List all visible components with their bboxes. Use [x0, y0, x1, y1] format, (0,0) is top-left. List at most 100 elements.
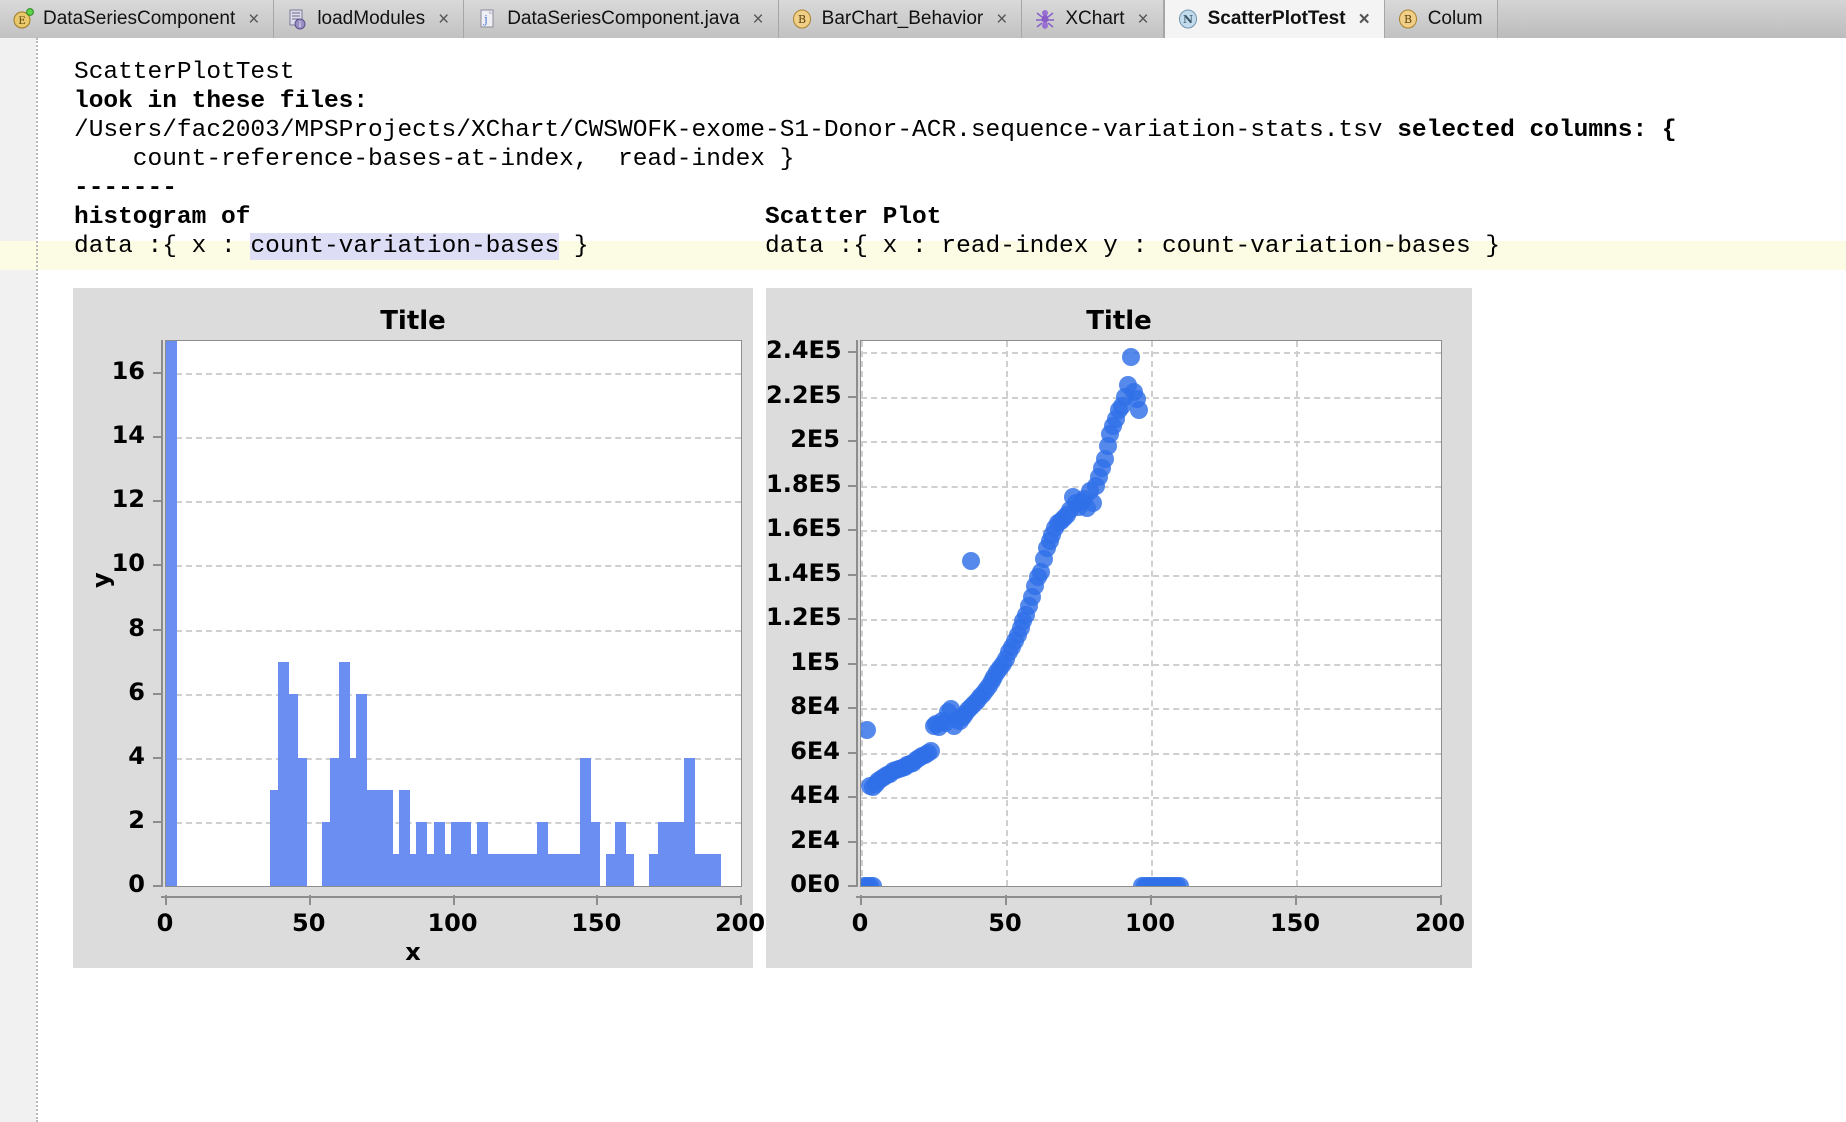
code-line-scatter-data[interactable]: data :{ x : read-index y : count-variati…: [765, 232, 1500, 261]
hist-data-prefix: data :{ x :: [74, 233, 251, 260]
tab-close-icon[interactable]: ×: [753, 10, 764, 29]
histogram-y-tick: [153, 756, 163, 759]
scatter-y-tick-label: 2E5: [790, 425, 840, 454]
scatter-x-axis: [856, 896, 1442, 898]
histogram-y-tick: [153, 564, 163, 567]
histogram-y-tick: [153, 500, 163, 503]
histogram-gridline-h: [166, 565, 741, 568]
tab-barchart-behavior[interactable]: B BarChart_Behavior ×: [778, 0, 1023, 38]
scatter-x-tick-label: 0: [851, 909, 869, 937]
histogram-y-tick: [153, 436, 163, 439]
histogram-y-tick: [153, 628, 163, 631]
svg-text:N: N: [1183, 13, 1193, 26]
scatter-y-axis: [856, 340, 858, 887]
histogram-title: Title: [380, 306, 446, 336]
tab-xchart[interactable]: XChart ×: [1022, 0, 1164, 38]
code-line-histogram-header: histogram of: [74, 204, 251, 231]
histogram-x-tick: [452, 895, 455, 905]
scatter-y-tick-label: 8E4: [790, 692, 840, 721]
tab-dataseriescomponent-java[interactable]: j DataSeriesComponent.java ×: [464, 0, 779, 38]
module-list-icon: i: [286, 8, 308, 30]
svg-text:B: B: [1404, 13, 1412, 26]
scatter-y-tick: [848, 618, 858, 621]
histogram-y-tick-label: 6: [128, 677, 145, 706]
scatter-plot-area[interactable]: [860, 340, 1442, 887]
histogram-chart-panel[interactable]: Title 0 2 4 6 8 10 12 14 16 0 50 100 150 200 x y: [73, 288, 765, 968]
scatter-y-tick-label: 6E4: [790, 736, 840, 765]
code-line-title: ScatterPlotTest: [74, 59, 295, 86]
scatter-y-tick: [848, 529, 858, 532]
hist-data-selected-token[interactable]: count-variation-bases: [250, 233, 560, 260]
code-line-lookin: look in these files:: [74, 88, 369, 115]
histogram-y-tick: [153, 692, 163, 695]
tab-loadmodules[interactable]: i loadModules ×: [274, 0, 465, 38]
histogram-x-axis: [161, 896, 742, 898]
histogram-y-tick-label: 14: [111, 421, 145, 450]
tab-scatterplottest[interactable]: N ScatterPlotTest ×: [1163, 0, 1385, 38]
histogram-x-tick-label: 150: [571, 909, 622, 937]
histogram-y-tick-label: 16: [111, 357, 145, 386]
scatter-y-tick: [848, 885, 858, 887]
scatter-y-tick-label: 1.2E5: [766, 603, 842, 632]
scatter-title: Title: [1086, 306, 1152, 336]
tab-colum[interactable]: B Colum: [1384, 0, 1498, 38]
histogram-x-tick: [740, 895, 742, 905]
code-line-scatter-header: Scatter Plot: [765, 204, 942, 231]
node-n-icon: N: [1177, 8, 1199, 30]
ant-bug-icon: [1034, 8, 1056, 30]
scatter-y-tick-label: 2E4: [790, 825, 840, 854]
histogram-y-axis: [161, 340, 163, 887]
scatter-y-tick: [848, 796, 858, 799]
scatter-y-tick: [848, 440, 858, 443]
tab-dataseriescomponent[interactable]: E DataSeriesComponent ×: [0, 0, 275, 38]
scatter-x-tick: [1440, 895, 1442, 905]
histogram-bar: [709, 853, 721, 886]
histogram-bar: [588, 821, 600, 886]
code-line-columns: count-reference-bases-at-index, read-ind…: [74, 146, 795, 173]
scatter-x-tick-label: 100: [1124, 909, 1176, 937]
code-line-histogram-data[interactable]: data :{ x : count-variation-bases }: [74, 232, 589, 261]
histogram-x-tick: [596, 895, 599, 905]
scatter-chart-panel[interactable]: Title 0E0 2E4 4E4 6E4 8E4 1E5 1.2E5 1.4E5 1.6E5 1…: [766, 288, 1472, 968]
tab-label: ScatterPlotTest: [1207, 8, 1346, 29]
tab-label: DataSeriesComponent.java: [507, 8, 740, 29]
scatter-y-tick-label: 1.4E5: [766, 558, 842, 587]
tab-close-icon[interactable]: ×: [248, 10, 259, 29]
tab-close-icon[interactable]: ×: [438, 10, 449, 29]
histogram-x-tick: [308, 895, 311, 905]
histogram-gridline-h: [166, 693, 741, 696]
tab-close-icon[interactable]: ×: [1359, 10, 1370, 29]
histogram-plot-area[interactable]: [165, 340, 742, 887]
histogram-y-tick: [153, 885, 163, 887]
histogram-gridline-h: [166, 629, 741, 632]
histogram-x-tick: [165, 895, 167, 905]
scatter-y-tick-label: 1.8E5: [766, 469, 842, 498]
tab-close-icon[interactable]: ×: [1138, 10, 1149, 29]
histogram-gridline-h: [166, 501, 741, 504]
scatter-y-tick-label: 0E0: [790, 870, 840, 898]
scatter-x-tick-label: 50: [988, 909, 1022, 937]
scatter-y-tick: [848, 351, 858, 354]
scatter-y-tick: [848, 573, 858, 576]
tab-label: loadModules: [317, 8, 426, 29]
tab-close-icon[interactable]: ×: [996, 10, 1007, 29]
scatter-y-tick: [848, 840, 858, 843]
code-line-divider: -------: [74, 175, 177, 202]
tab-label: Colum: [1427, 8, 1483, 29]
histogram-y-tick-label: 2: [128, 805, 145, 834]
eclipse-project-icon: E: [12, 8, 34, 30]
scatter-y-tick: [848, 751, 858, 754]
scatter-y-tick: [848, 707, 858, 710]
scatter-x-tick: [860, 895, 862, 905]
scatter-point: [863, 877, 882, 886]
scatter-y-tick-label: 4E4: [790, 781, 840, 810]
histogram-x-tick-label: 0: [156, 909, 174, 937]
editor-pane: ScatterPlotTest look in these files: /Us…: [0, 38, 1846, 1122]
scatter-point: [1130, 400, 1149, 419]
scatter-gridline-v: [1006, 341, 1008, 886]
code-line-path: /Users/fac2003/MPSProjects/XChart/CWSWOF…: [74, 116, 1677, 145]
svg-text:i: i: [299, 20, 301, 29]
scatter-x-tick-label: 150: [1269, 909, 1321, 937]
scatter-y-tick-label: 2.2E5: [766, 380, 842, 409]
scatter-point: [1171, 877, 1189, 886]
